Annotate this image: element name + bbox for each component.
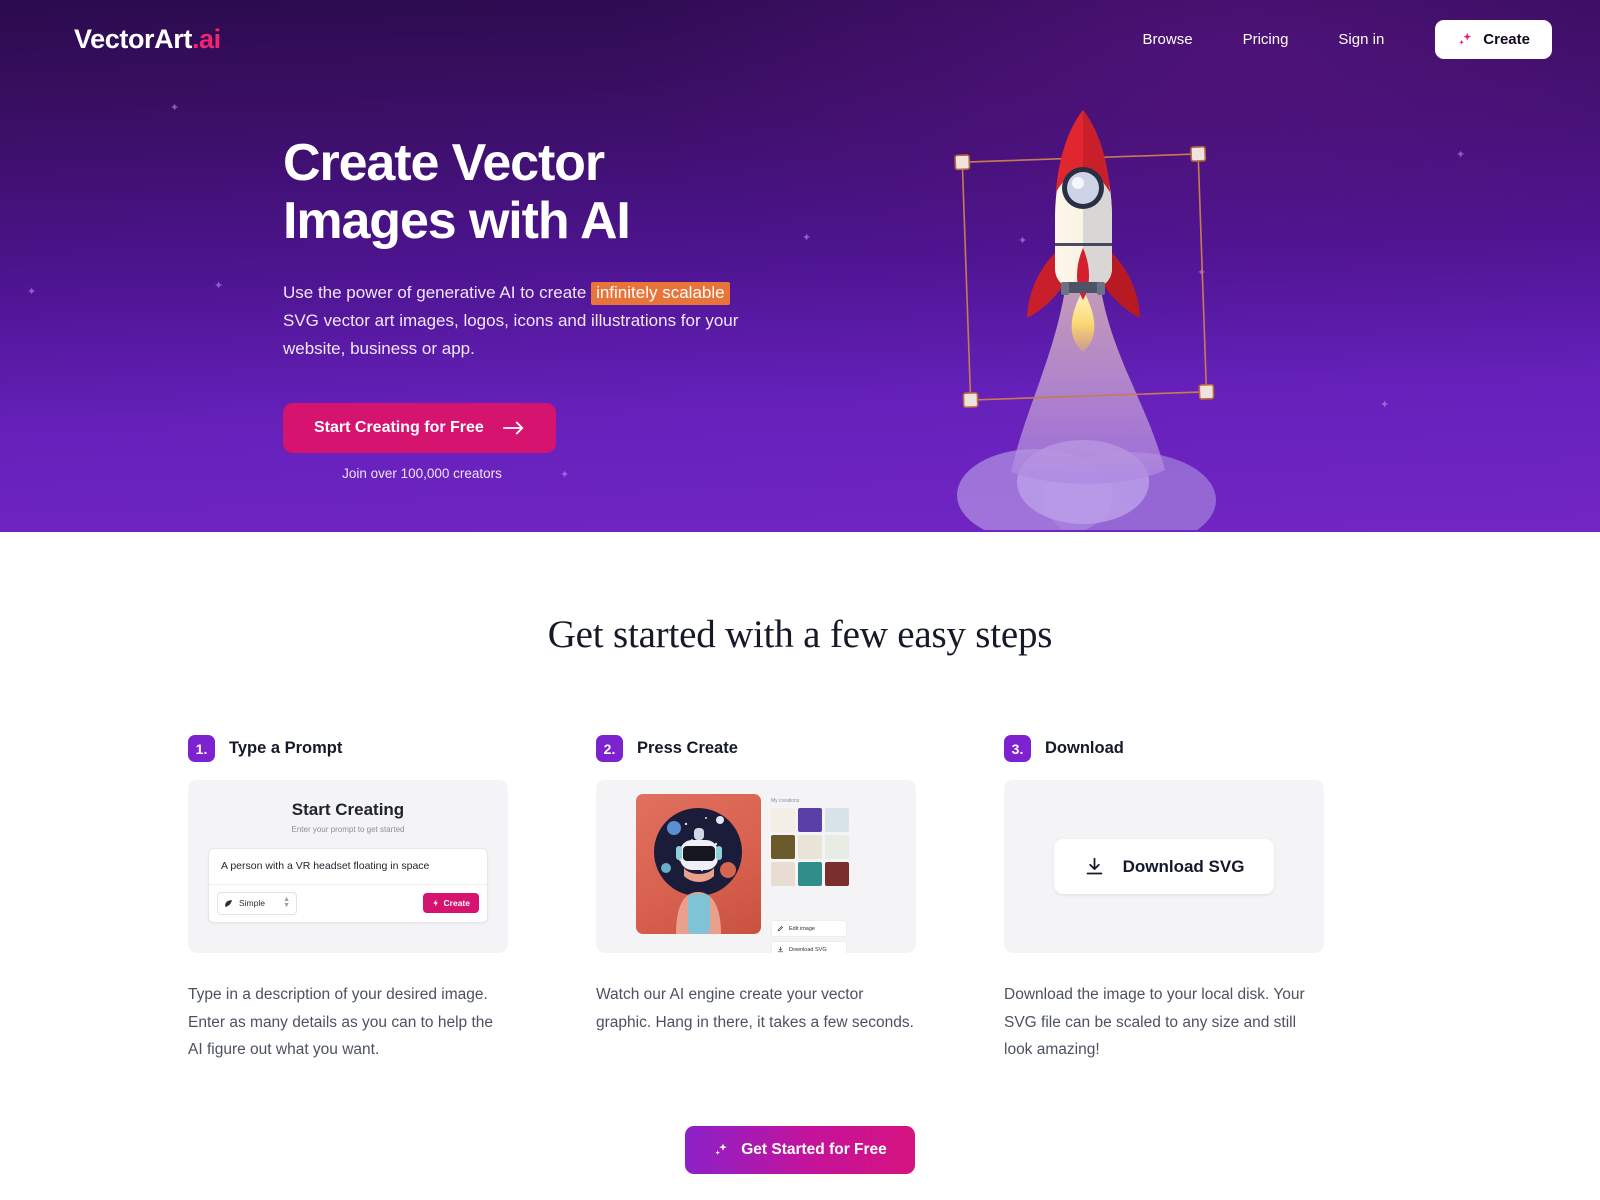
hero-sub-before: Use the power of generative AI to create xyxy=(283,283,592,303)
download-svg-button[interactable]: Download SVG xyxy=(1053,839,1275,894)
mock-style-select-value: Simple xyxy=(239,898,265,909)
step-1-header: 1. Type a Prompt xyxy=(188,735,508,762)
download-icon xyxy=(777,946,784,953)
generated-image-preview xyxy=(636,794,761,934)
bottom-cta-wrapper: Get Started for Free xyxy=(0,1126,1600,1175)
step-2-badge: 2. xyxy=(596,735,623,762)
thumbnail[interactable] xyxy=(771,835,795,859)
mock-style-select[interactable]: Simple ▲ ▼ xyxy=(217,892,297,915)
nav-link-pricing[interactable]: Pricing xyxy=(1229,23,1303,56)
step-2-visual: My creations Edit image Download SVG xyxy=(596,780,916,953)
mock-edit-image-button[interactable]: Edit image xyxy=(771,920,847,937)
thumbnail[interactable] xyxy=(771,808,795,832)
step-3-title: Download xyxy=(1045,739,1124,757)
thumbnail[interactable] xyxy=(771,862,795,886)
step-3-header: 3. Download xyxy=(1004,735,1324,762)
thumbnail[interactable] xyxy=(798,862,822,886)
create-button[interactable]: Create xyxy=(1435,19,1552,59)
mock-download-svg-button[interactable]: Download SVG xyxy=(771,941,847,953)
mock-start-creating-heading: Start Creating xyxy=(291,800,405,819)
step-1-description: Type in a description of your desired im… xyxy=(188,986,494,1059)
step-2-title: Press Create xyxy=(637,739,738,757)
page-title: Create Vector Images with AI xyxy=(283,134,883,250)
hero-sub-highlight: infinitely scalable xyxy=(591,282,730,306)
start-creating-button[interactable]: Start Creating for Free xyxy=(283,403,556,454)
thumbnail[interactable] xyxy=(798,808,822,832)
step-card-type-a-prompt: 1. Type a Prompt Start Creating Enter yo… xyxy=(188,735,508,1064)
my-creations-panel: My creations Edit image Download SVG xyxy=(771,794,906,953)
arrow-right-icon xyxy=(502,421,523,435)
logo[interactable]: VectorArt.ai xyxy=(74,24,221,55)
mock-start-creating-subheading: Enter your prompt to get started xyxy=(291,825,405,834)
nav-link-signin[interactable]: Sign in xyxy=(1324,23,1398,56)
thumbnail[interactable] xyxy=(825,835,849,859)
hero-section: ✦ ✦ ✦ ✦ ✦ ✦ ✦ ✦ ✦ VectorArt.ai Browse Pr… xyxy=(0,0,1600,532)
mock-create-button[interactable]: Create xyxy=(422,893,479,914)
step-2-header: 2. Press Create xyxy=(596,735,916,762)
chevron-updown-icon: ▲ ▼ xyxy=(283,896,290,910)
hero-title-line-1: Create Vector xyxy=(283,134,605,192)
thumbnail[interactable] xyxy=(825,808,849,832)
mock-prompt-input[interactable]: A person with a VR headset floating in s… xyxy=(209,849,487,885)
hero-title-line-2: Images with AI xyxy=(283,192,631,251)
hero-sub-after: SVG vector art images, logos, icons and … xyxy=(283,311,739,358)
thumbnail[interactable] xyxy=(825,862,849,886)
thumbnail[interactable] xyxy=(798,835,822,859)
creations-thumbnail-grid xyxy=(771,808,849,886)
step-1-title: Type a Prompt xyxy=(229,739,343,757)
download-svg-label: Download SVG xyxy=(1122,856,1245,876)
step-card-press-create: 2. Press Create My creations Edit image … xyxy=(596,735,916,1064)
step-2-description: Watch our AI engine create your vector g… xyxy=(596,986,914,1031)
step-1-badge: 1. xyxy=(188,735,215,762)
step-3-description: Download the image to your local disk. Y… xyxy=(1004,986,1305,1059)
logo-suffix: .ai xyxy=(191,23,221,54)
hero-copy: Create Vector Images with AI Use the pow… xyxy=(283,134,883,481)
sparkle-icon xyxy=(715,1143,728,1156)
mock-prompt-card: A person with a VR headset floating in s… xyxy=(208,848,488,923)
creators-count-note: Join over 100,000 creators xyxy=(342,466,502,482)
logo-name: VectorArt xyxy=(74,23,192,54)
hero-subtitle: Use the power of generative AI to create… xyxy=(283,279,763,362)
create-button-label: Create xyxy=(1483,30,1530,48)
my-creations-label: My creations xyxy=(771,798,800,804)
sparkle-icon xyxy=(1459,32,1472,45)
step-card-download: 3. Download Download SVG Download the im… xyxy=(1004,735,1324,1064)
mock-create-label: Create xyxy=(443,898,470,909)
top-navigation: VectorArt.ai Browse Pricing Sign in Crea… xyxy=(0,0,1600,78)
rocket-illustration xyxy=(915,100,1255,532)
section-title: Get started with a few easy steps xyxy=(547,613,1053,656)
leaf-icon xyxy=(225,899,232,907)
mock-edit-image-label: Edit image xyxy=(789,925,815,932)
start-creating-label: Start Creating for Free xyxy=(314,419,484,437)
mock-download-svg-label: Download SVG xyxy=(789,946,827,953)
step-1-visual: Start Creating Enter your prompt to get … xyxy=(188,780,508,953)
get-started-for-free-button[interactable]: Get Started for Free xyxy=(685,1126,915,1175)
nav-links: Browse Pricing Sign in Create xyxy=(1118,19,1552,59)
steps-section: Get started with a few easy steps 1. Typ… xyxy=(0,532,1600,1200)
step-3-visual: Download SVG xyxy=(1004,780,1324,953)
steps-cards: 1. Type a Prompt Start Creating Enter yo… xyxy=(0,735,1600,1064)
nav-link-browse[interactable]: Browse xyxy=(1129,23,1207,56)
get-started-label: Get Started for Free xyxy=(741,1141,887,1159)
step-3-badge: 3. xyxy=(1004,735,1031,762)
bolt-icon xyxy=(432,899,438,907)
pencil-icon xyxy=(777,926,783,932)
download-icon xyxy=(1086,857,1102,875)
